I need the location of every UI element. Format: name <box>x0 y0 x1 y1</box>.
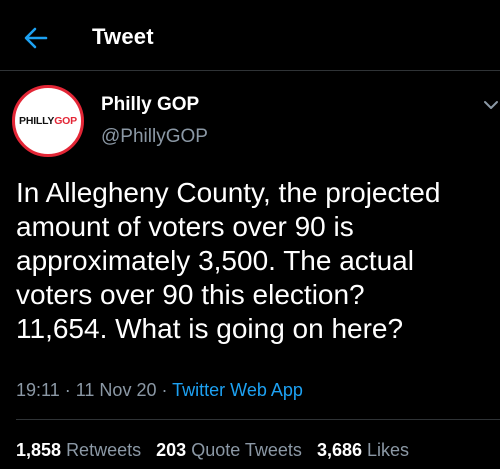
avatar-logo-text-b: GOP <box>54 115 77 127</box>
retweets-count: 1,858 <box>16 440 62 460</box>
tweet-text: In Allegheny County, the projected amoun… <box>16 177 441 344</box>
quote-tweets-label: Quote Tweets <box>191 440 302 460</box>
avatar-logo: PHILLYGOP <box>15 115 81 127</box>
quote-tweets-count: 203 <box>156 440 187 460</box>
author-handle[interactable]: @PhillyGOP <box>101 126 208 148</box>
retweets-stat[interactable]: 1,858 Retweets <box>16 440 141 460</box>
chevron-down-icon[interactable] <box>482 98 500 112</box>
meta-separator: · <box>161 380 168 400</box>
likes-stat[interactable]: 3,686 Likes <box>317 440 409 460</box>
tweet-date: 11 Nov 20 <box>75 380 157 400</box>
divider <box>16 419 500 420</box>
avatar-logo-text-a: PHILLY <box>19 115 55 127</box>
retweets-label: Retweets <box>66 440 142 460</box>
avatar[interactable]: PHILLYGOP <box>12 85 84 157</box>
author-name[interactable]: Philly GOP <box>101 94 199 116</box>
page-title: Tweet <box>92 24 154 49</box>
likes-label: Likes <box>367 440 410 460</box>
quote-tweets-stat[interactable]: 203 Quote Tweets <box>156 440 302 460</box>
tweet-source-link[interactable]: Twitter Web App <box>172 380 303 400</box>
tweet-meta: 19:11 · 11 Nov 20 · Twitter Web App <box>16 380 303 401</box>
meta-separator: · <box>64 380 71 400</box>
top-bar: Tweet <box>0 0 500 71</box>
back-arrow-icon[interactable] <box>22 24 50 52</box>
tweet-time: 19:11 <box>16 380 60 400</box>
likes-count: 3,686 <box>316 440 362 460</box>
tweet-stats: 1,858 Retweets 203 Quote Tweets 3,686 Li… <box>16 440 419 461</box>
